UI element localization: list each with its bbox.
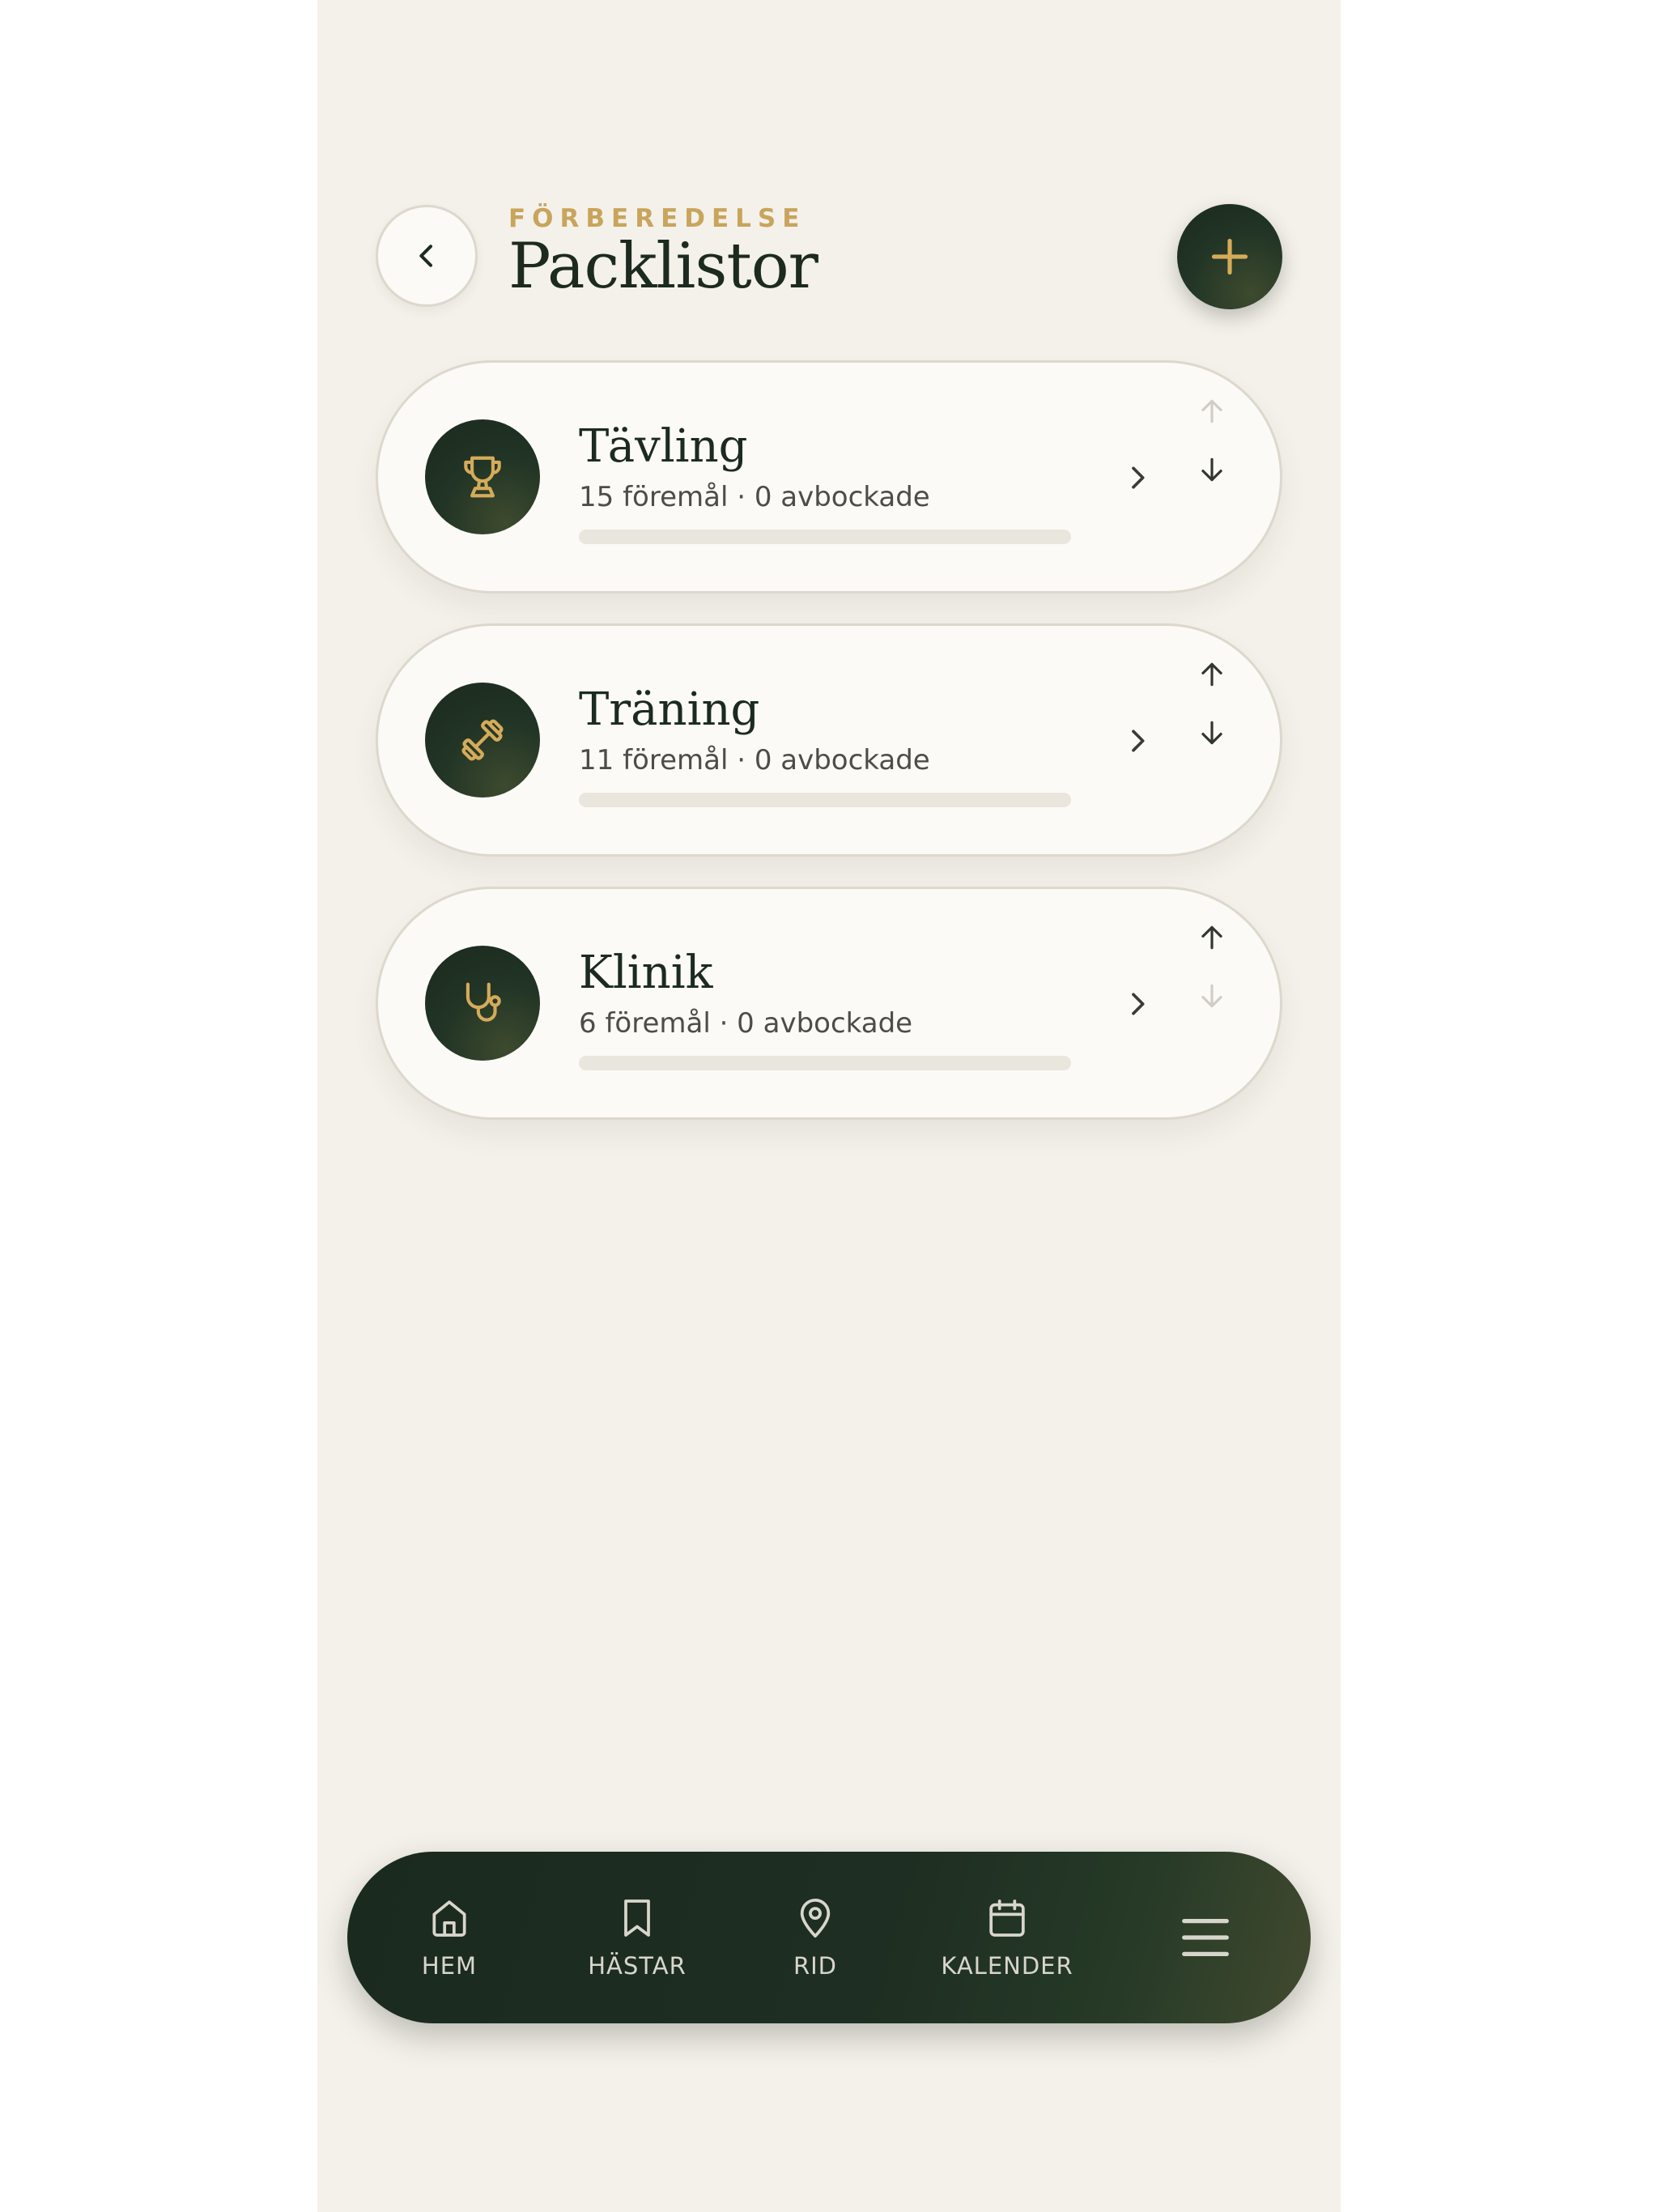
header: FÖRBEREDELSE Packlistor [317,0,1341,340]
app-screen: FÖRBEREDELSE Packlistor Tävling 15 förem… [317,0,1341,2212]
bookmark-icon [624,1899,650,1937]
calendar-icon [989,1899,1025,1937]
bottom-area [317,2036,1341,2212]
move-down-button[interactable] [1188,445,1236,494]
back-button[interactable] [376,205,478,307]
nav-item-horses[interactable]: HÄSTAR [560,1852,714,2023]
add-list-button[interactable] [1177,204,1282,309]
card-title: Träning [579,683,760,736]
move-down-button[interactable] [1188,972,1236,1020]
nav-label: HEM [421,1952,478,1980]
progress-bar [579,793,1071,807]
arrow-down-icon [1201,721,1222,745]
chevron-left-icon [419,245,432,267]
progress-bar [579,1056,1071,1070]
nav-label: RID [793,1952,838,1980]
open-list-chevron[interactable] [1115,455,1160,500]
arrow-down-icon [1201,457,1222,482]
trophy-icon [464,456,501,498]
open-list-chevron[interactable] [1115,981,1160,1027]
card-title: Tävling [579,420,748,473]
move-up-button[interactable] [1188,650,1236,699]
move-down-button[interactable] [1188,708,1236,757]
nav-item-home[interactable]: HEM [389,1852,510,2023]
card-title: Klinik [579,946,713,999]
card-subtitle: 6 föremål · 0 avbockade [579,1007,913,1040]
map-pin-icon [800,1898,831,1938]
nav-label: KALENDER [941,1952,1073,1980]
plus-icon [1211,238,1248,275]
nav-label: HÄSTAR [588,1952,687,1980]
chevron-right-icon [1132,993,1145,1015]
card-icon-badge [425,946,540,1061]
nav-item-ride[interactable]: RID [767,1852,864,2023]
card-subtitle: 11 föremål · 0 avbockade [579,744,930,776]
page-title: Packlistor [508,230,818,303]
arrow-up-icon [1201,399,1222,423]
chevron-right-icon [1132,466,1145,489]
packlist-card[interactable]: Klinik 6 föremål · 0 avbockade [376,887,1282,1120]
card-icon-badge [425,683,540,798]
card-subtitle: 15 föremål · 0 avbockade [579,481,930,513]
dumbbell-icon [461,719,504,761]
section-eyebrow: FÖRBEREDELSE [508,204,806,233]
menu-icon [1182,1918,1229,1957]
card-icon-badge [425,419,540,534]
move-up-button[interactable] [1188,913,1236,962]
arrow-down-icon [1201,984,1222,1008]
arrow-up-icon [1201,662,1222,687]
open-list-chevron[interactable] [1115,718,1160,764]
stethoscope-icon [466,982,501,1022]
progress-bar [579,530,1071,544]
nav-item-calendar[interactable]: KALENDER [926,1852,1088,2023]
chevron-right-icon [1132,730,1145,752]
nav-item-menu[interactable] [1157,1852,1254,2023]
bottom-nav: HEM HÄSTAR RID KALENDER [347,1852,1311,2023]
home-icon [432,1900,466,1937]
packlist-card[interactable]: Träning 11 föremål · 0 avbockade [376,623,1282,857]
arrow-up-icon [1201,925,1222,950]
packlist-card[interactable]: Tävling 15 föremål · 0 avbockade [376,360,1282,593]
move-up-button[interactable] [1188,387,1236,436]
